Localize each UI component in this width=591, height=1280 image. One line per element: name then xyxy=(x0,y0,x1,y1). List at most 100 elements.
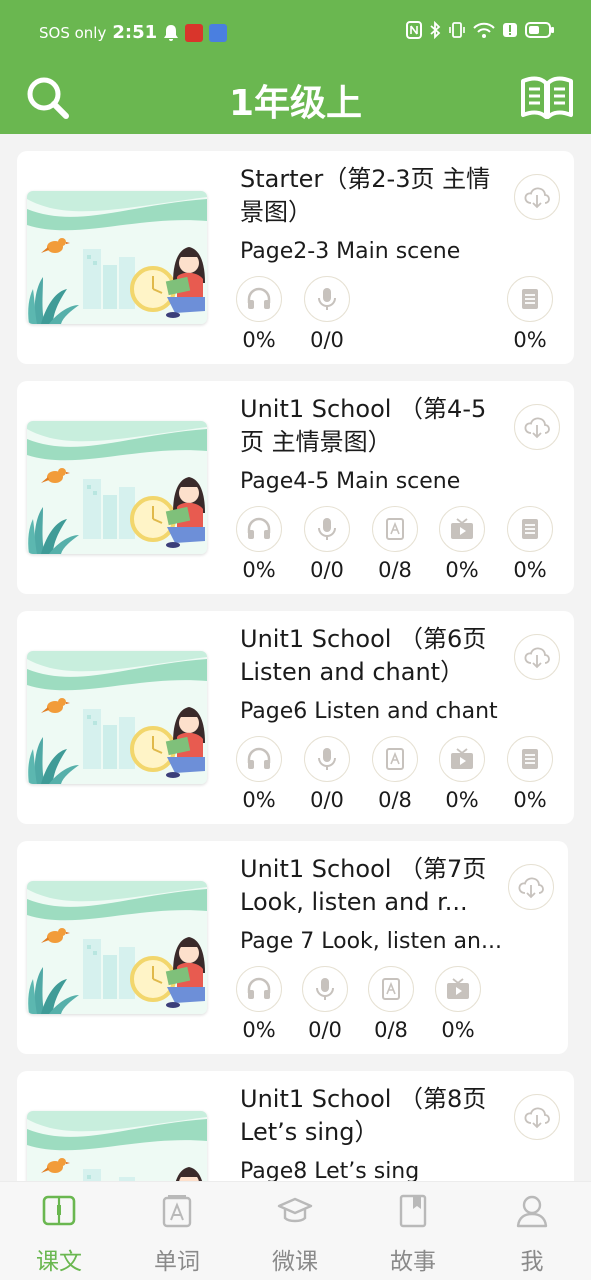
headphones-icon xyxy=(247,977,271,999)
nav-label: 我 xyxy=(520,1249,544,1275)
lesson-title[interactable]: Unit1 School （第4-5页 主情景图） xyxy=(240,393,505,459)
lesson-thumbnail[interactable] xyxy=(27,191,207,324)
headphones-icon xyxy=(247,747,271,769)
stat-value: 0% xyxy=(242,1018,276,1042)
read-progress[interactable]: 0% xyxy=(500,736,560,812)
lesson-title[interactable]: Unit1 School （第8页 Let’s sing） xyxy=(240,1083,505,1149)
download-button[interactable] xyxy=(508,864,554,910)
speak-progress[interactable]: 0/0 xyxy=(297,276,357,352)
word-card-icon xyxy=(162,1195,192,1228)
nav-label: 微课 xyxy=(272,1249,318,1275)
video-progress[interactable]: 0% xyxy=(432,736,492,812)
word-progress[interactable]: 0/8 xyxy=(365,506,425,582)
speak-progress[interactable]: 0/0 xyxy=(297,506,357,582)
lesson-thumbnail[interactable] xyxy=(27,881,207,1014)
lesson-subtitle: Page2-3 Main scene xyxy=(240,239,461,264)
lesson-card[interactable]: Unit1 School （第6页 Listen and chant） Page… xyxy=(17,611,574,824)
cloud-download-icon xyxy=(524,647,550,669)
word-card-icon xyxy=(382,978,400,1000)
listen-progress[interactable]: 0% xyxy=(229,966,289,1042)
nav-tab-words[interactable]: 单词 xyxy=(127,1192,227,1276)
stat-value: 0% xyxy=(242,328,276,352)
lesson-card[interactable]: Unit1 School （第4-5页 主情景图） Page4-5 Main s… xyxy=(17,381,574,594)
lesson-title[interactable]: Starter（第2-3页 主情景图） xyxy=(240,163,505,229)
lesson-card[interactable]: Unit1 School （第7页 Look, listen and r... … xyxy=(17,841,568,1054)
microphone-icon xyxy=(318,748,336,770)
stat-value: 0/0 xyxy=(310,788,344,812)
word-card-icon xyxy=(386,518,404,540)
lesson-title[interactable]: Unit1 School （第7页 Look, listen and r... xyxy=(240,853,505,919)
nav-label: 课文 xyxy=(36,1249,82,1275)
word-progress[interactable]: 0/8 xyxy=(365,736,425,812)
document-icon xyxy=(522,289,538,309)
cloud-download-icon xyxy=(524,1107,550,1129)
video-icon xyxy=(447,978,469,999)
wifi-icon xyxy=(473,22,495,38)
nav-tab-microlessons[interactable]: 微课 xyxy=(245,1192,345,1276)
stat-value: 0% xyxy=(513,558,547,582)
cloud-download-icon xyxy=(518,877,544,899)
stat-value: 0/0 xyxy=(308,1018,342,1042)
read-progress[interactable]: 0% xyxy=(500,506,560,582)
download-button[interactable] xyxy=(514,404,560,450)
nav-tab-me[interactable]: 我 xyxy=(482,1192,582,1276)
lesson-thumbnail[interactable] xyxy=(27,1111,207,1181)
download-button[interactable] xyxy=(514,174,560,220)
nav-label: 单词 xyxy=(154,1249,200,1275)
status-bar: SOS only 2:51 xyxy=(0,0,591,66)
microphone-icon xyxy=(318,288,336,310)
app-notification-icon xyxy=(185,23,204,42)
vibrate-icon xyxy=(449,22,465,38)
bookmark-book-icon xyxy=(399,1194,427,1228)
user-icon xyxy=(516,1195,548,1228)
listen-progress[interactable]: 0% xyxy=(229,506,289,582)
nav-label: 故事 xyxy=(390,1249,436,1275)
lesson-thumbnail[interactable] xyxy=(27,651,207,784)
stat-value: 0/0 xyxy=(310,328,344,352)
speak-progress[interactable]: 0/0 xyxy=(295,966,355,1042)
lesson-card[interactable]: Unit1 School （第8页 Let’s sing） Page8 Let’… xyxy=(17,1071,574,1181)
microphone-icon xyxy=(316,978,334,1000)
headphones-icon xyxy=(247,517,271,539)
speak-progress[interactable]: 0/0 xyxy=(297,736,357,812)
video-progress[interactable]: 0% xyxy=(432,506,492,582)
stat-value: 0/8 xyxy=(378,558,412,582)
textbook-icon xyxy=(42,1195,76,1226)
stat-value: 0% xyxy=(445,788,479,812)
lesson-title[interactable]: Unit1 School （第6页 Listen and chant） xyxy=(240,623,505,689)
cloud-download-icon xyxy=(524,417,550,439)
battery-icon xyxy=(525,22,554,38)
listen-progress[interactable]: 0% xyxy=(229,276,289,352)
lesson-subtitle: Page8 Let’s sing xyxy=(240,1159,420,1181)
microphone-icon xyxy=(318,518,336,540)
lesson-thumbnail[interactable] xyxy=(27,421,207,554)
document-icon xyxy=(522,749,538,769)
lesson-card[interactable]: Starter（第2-3页 主情景图） Page2-3 Main scene 0… xyxy=(17,151,574,364)
word-card-icon xyxy=(386,748,404,770)
video-progress[interactable]: 0% xyxy=(428,966,488,1042)
status-time: 2:51 xyxy=(112,22,158,43)
sos-indicator: SOS only xyxy=(39,23,107,42)
cloud-download-icon xyxy=(524,187,550,209)
stat-value: 0% xyxy=(445,558,479,582)
word-progress[interactable]: 0/8 xyxy=(361,966,421,1042)
headphones-icon xyxy=(247,287,271,309)
listen-progress[interactable]: 0% xyxy=(229,736,289,812)
bell-icon xyxy=(164,24,179,41)
stat-value: 0% xyxy=(513,328,547,352)
alert-icon xyxy=(503,23,517,37)
stat-value: 0/8 xyxy=(374,1018,408,1042)
bottom-navigation: 课文 单词 微课 故事 我 xyxy=(0,1181,591,1280)
stat-value: 0% xyxy=(441,1018,475,1042)
stat-value: 0% xyxy=(513,788,547,812)
nav-tab-textbook[interactable]: 课文 xyxy=(9,1192,109,1276)
stat-value: 0/8 xyxy=(378,788,412,812)
lesson-list[interactable]: Starter（第2-3页 主情景图） Page2-3 Main scene 0… xyxy=(0,134,591,1181)
document-icon xyxy=(522,519,538,539)
download-button[interactable] xyxy=(514,634,560,680)
bluetooth-icon xyxy=(430,21,441,39)
download-button[interactable] xyxy=(514,1094,560,1140)
read-progress[interactable]: 0% xyxy=(500,276,560,352)
nav-tab-stories[interactable]: 故事 xyxy=(363,1192,463,1276)
textbook-button[interactable] xyxy=(517,72,577,124)
